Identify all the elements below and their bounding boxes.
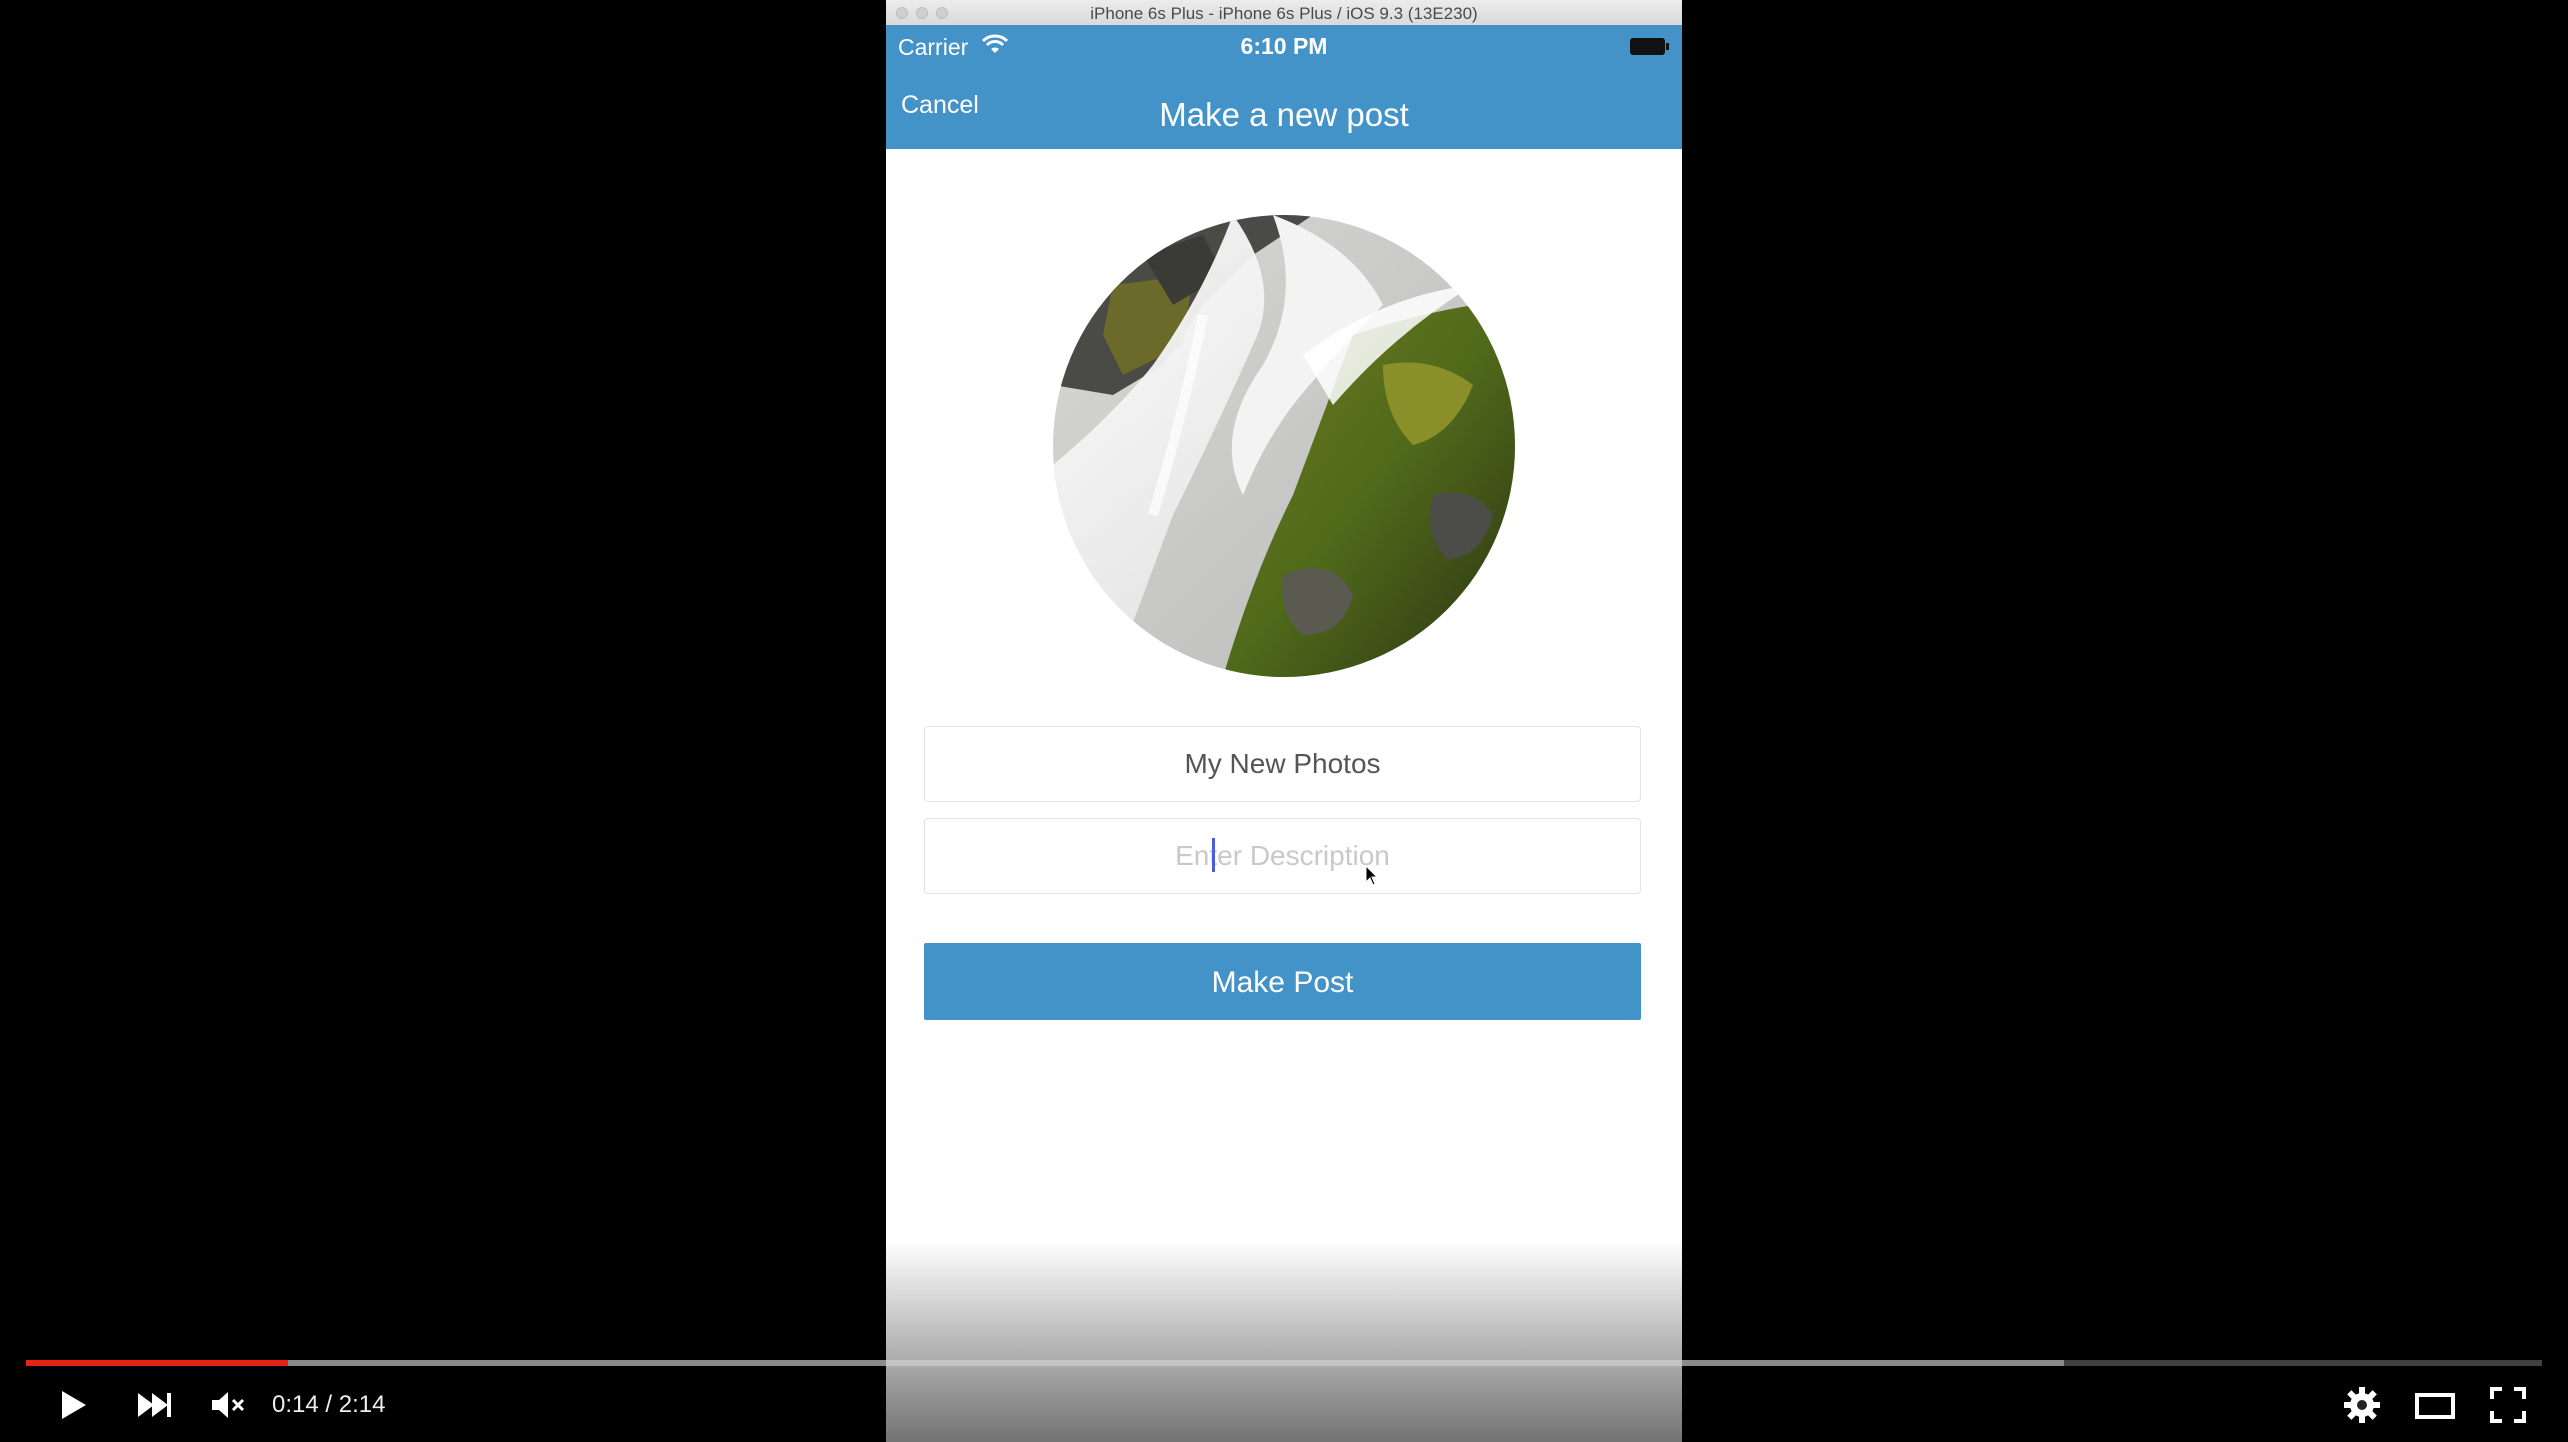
- settings-icon[interactable]: [2342, 1385, 2382, 1425]
- post-photo[interactable]: [1053, 215, 1515, 677]
- waterfall-image: [1053, 215, 1515, 677]
- description-field[interactable]: Enter Description: [924, 818, 1641, 894]
- progress-buffered: [26, 1360, 2064, 1366]
- make-post-button[interactable]: Make Post: [924, 943, 1641, 1020]
- simulator-title: iPhone 6s Plus - iPhone 6s Plus / iOS 9.…: [1090, 4, 1478, 23]
- progress-played: [26, 1360, 288, 1366]
- status-time: 6:10 PM: [1240, 33, 1328, 59]
- fullscreen-icon[interactable]: [2488, 1385, 2528, 1425]
- battery-icon: [1630, 38, 1669, 55]
- video-player[interactable]: iPhone 6s Plus - iPhone 6s Plus / iOS 9.…: [0, 0, 2568, 1442]
- page-title: Make a new post: [1159, 96, 1409, 133]
- mute-icon[interactable]: [208, 1385, 248, 1425]
- theater-mode-icon[interactable]: [2414, 1385, 2456, 1425]
- play-icon[interactable]: [52, 1385, 92, 1425]
- next-icon[interactable]: [134, 1385, 174, 1425]
- description-placeholder: Enter Description: [1175, 840, 1390, 871]
- text-caret: [1212, 838, 1215, 872]
- simulator-titlebar: iPhone 6s Plus - iPhone 6s Plus / iOS 9.…: [886, 0, 1682, 26]
- time-display: 0:14 / 2:14: [272, 1391, 386, 1418]
- ios-simulator-window: iPhone 6s Plus - iPhone 6s Plus / iOS 9.…: [886, 0, 1682, 1442]
- mouse-pointer-icon: [1365, 865, 1379, 886]
- progress-bar[interactable]: [26, 1360, 2542, 1366]
- title-field[interactable]: My New Photos: [924, 726, 1641, 802]
- navigation-bar: Carrier 6:10 PM Cancel Make a new post: [886, 25, 1682, 149]
